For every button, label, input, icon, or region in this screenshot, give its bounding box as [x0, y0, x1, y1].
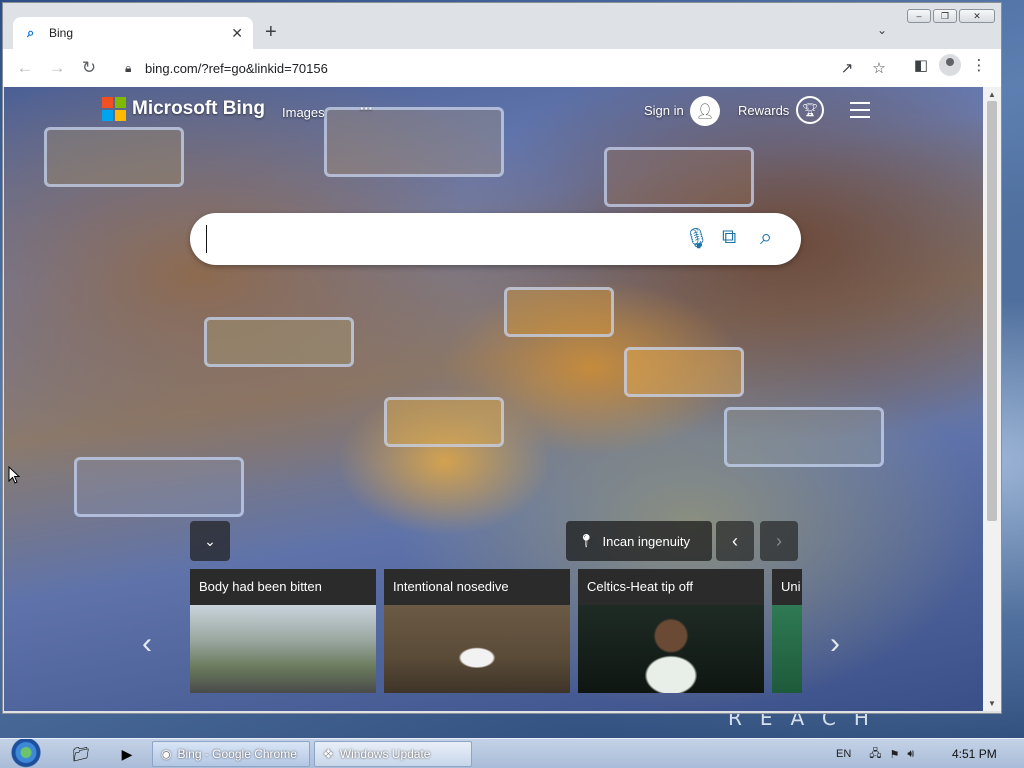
user-icon[interactable]: 👤︎ — [690, 96, 720, 126]
reload-button[interactable]: ↻ — [73, 58, 105, 78]
address-bar[interactable]: 🔒︎ bing.com/?ref=go&linkid=70156 ↗ ☆ — [115, 54, 895, 82]
explorer-icon[interactable]: 📁︎ — [68, 743, 94, 765]
tab-title: Bing — [49, 26, 74, 40]
news-card[interactable]: Uni — [772, 569, 802, 693]
tab-strip: ⌕ Bing ✕ + ⌄ – ❐ ✕ — [3, 3, 1001, 49]
scroll-up-icon[interactable]: ▲ — [988, 90, 996, 99]
news-card[interactable]: Celtics-Heat tip off — [578, 569, 764, 693]
background-terrace — [624, 347, 744, 397]
volume-icon[interactable]: 🔊︎ — [907, 748, 914, 761]
card-image — [578, 605, 764, 693]
chevron-down-icon[interactable]: ⌄ — [877, 23, 887, 37]
restore-button[interactable]: ❐ — [933, 9, 957, 23]
sign-in-link[interactable]: Sign in — [644, 103, 684, 118]
image-location-button[interactable]: 📍︎ Incan ingenuity — [566, 521, 712, 561]
brand-name: Microsoft Bing — [132, 98, 265, 119]
back-button[interactable]: ← — [9, 58, 41, 78]
bing-page: Microsoft Bing Images ··· Sign in 👤︎ Rew… — [4, 87, 983, 711]
card-image — [384, 605, 570, 693]
system-tray: EN 🖧︎ ⚑ 🔊︎ — [836, 739, 914, 768]
toolbar-right: ◧ ⋮ — [907, 54, 993, 76]
share-icon[interactable]: ↗ — [831, 59, 863, 77]
tab-bing[interactable]: ⌕ Bing ✕ — [13, 17, 253, 49]
taskbar-item-chrome[interactable]: ◉ Bing - Google Chrome — [152, 741, 310, 767]
card-caption: Celtics-Heat tip off — [578, 569, 764, 605]
microsoft-logo-icon — [102, 97, 126, 121]
language-indicator[interactable]: EN — [836, 748, 851, 760]
card-caption: Intentional nosedive — [384, 569, 570, 605]
visual-search-icon[interactable]: ⧉ — [722, 226, 736, 249]
minimize-button[interactable]: – — [907, 9, 931, 23]
close-window-button[interactable]: ✕ — [959, 9, 995, 23]
microphone-icon[interactable]: 🎙︎ — [684, 226, 709, 251]
background-terrace — [724, 407, 884, 467]
search-input[interactable] — [206, 225, 666, 253]
taskbar-item-windows-update[interactable]: ❖ Windows Update — [314, 741, 472, 767]
search-box: 🎙︎ ⧉ ⌕ — [190, 213, 801, 265]
bookmark-star-icon[interactable]: ☆ — [863, 59, 895, 77]
browser-window: ⌕ Bing ✕ + ⌄ – ❐ ✕ ← → ↻ 🔒︎ bing.com/?re… — [2, 2, 1002, 714]
background-terrace — [204, 317, 354, 367]
previous-image-button[interactable]: ‹ — [716, 521, 754, 561]
forward-button[interactable]: → — [41, 58, 73, 78]
side-panel-icon[interactable]: ◧ — [907, 56, 935, 74]
taskbar-item-label: Bing - Google Chrome — [177, 747, 297, 761]
next-image-button[interactable]: › — [760, 521, 798, 561]
window-controls: – ❐ ✕ — [907, 9, 995, 23]
scroll-down-icon[interactable]: ▼ — [988, 699, 996, 708]
profile-avatar[interactable] — [939, 54, 961, 76]
omnibox-actions: ↗ ☆ — [831, 54, 895, 82]
start-button[interactable] — [8, 739, 44, 768]
rewards-link[interactable]: Rewards — [738, 103, 789, 118]
browser-toolbar: ← → ↻ 🔒︎ bing.com/?ref=go&linkid=70156 ↗… — [3, 49, 1001, 87]
card-image — [772, 605, 802, 693]
news-card[interactable]: Intentional nosedive — [384, 569, 570, 693]
network-icon[interactable]: 🖧︎ — [869, 745, 881, 764]
new-tab-button[interactable]: + — [265, 21, 277, 44]
background-terrace — [74, 457, 244, 517]
taskbar: 📁︎ ▶ ◉ Bing - Google Chrome ❖ Windows Up… — [0, 738, 1024, 768]
card-caption: Uni — [772, 569, 802, 605]
media-player-icon[interactable]: ▶ — [114, 743, 140, 765]
carousel-next-icon[interactable]: › — [830, 627, 840, 661]
clock[interactable]: 4:51 PM — [952, 747, 997, 761]
card-image — [190, 605, 376, 693]
taskbar-item-label: Windows Update — [339, 747, 431, 761]
action-center-icon[interactable]: ⚑ — [890, 748, 900, 761]
background-terrace — [44, 127, 184, 187]
chrome-icon: ◉ — [161, 747, 172, 761]
nav-images[interactable]: Images — [282, 105, 325, 120]
trophy-icon[interactable]: 🏆︎ — [796, 96, 824, 124]
windows-update-icon: ❖ — [323, 747, 334, 761]
background-terrace — [504, 287, 614, 337]
hamburger-menu-icon[interactable] — [850, 102, 870, 123]
search-icon[interactable]: ⌕ — [760, 224, 772, 250]
close-icon[interactable]: ✕ — [231, 25, 243, 42]
nav-more[interactable]: ··· — [360, 101, 373, 116]
background-terrace — [604, 147, 754, 207]
background-terrace — [384, 397, 504, 447]
bing-logo[interactable]: Microsoft Bing — [102, 97, 265, 121]
background-terrace — [324, 107, 504, 177]
card-caption: Body had been bitten — [190, 569, 376, 605]
location-label: Incan ingenuity — [602, 533, 690, 549]
collapse-feed-button[interactable]: ⌄ — [190, 521, 230, 561]
carousel-prev-icon[interactable]: ‹ — [142, 627, 152, 661]
scrollbar-thumb[interactable] — [987, 101, 997, 521]
location-pin-icon: 📍︎ — [578, 533, 595, 548]
page-scrollbar[interactable]: ▲ ▼ — [983, 87, 1001, 711]
address-text[interactable]: bing.com/?ref=go&linkid=70156 — [145, 61, 328, 76]
search-icon: ⌕ — [27, 25, 35, 40]
news-card[interactable]: Body had been bitten — [190, 569, 376, 693]
lock-icon[interactable]: 🔒︎ — [125, 61, 145, 76]
menu-kebab-icon[interactable]: ⋮ — [965, 56, 993, 74]
